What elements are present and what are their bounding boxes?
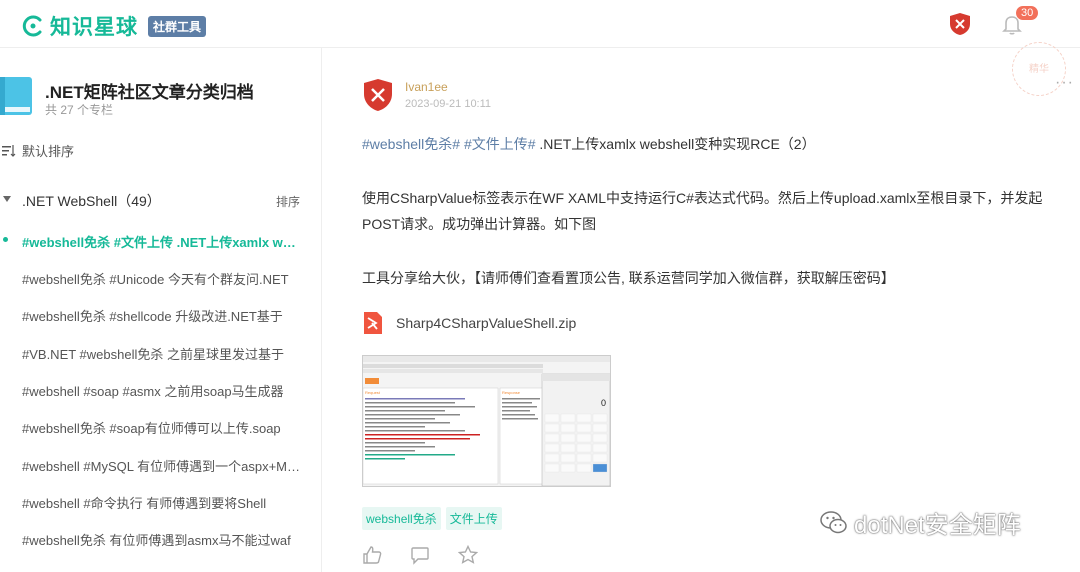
attachment-file[interactable]: Sharp4CSharpValueShell.zip [362,312,576,334]
column-count: 共 27 个专栏 [45,103,114,117]
like-icon[interactable] [362,545,382,565]
hashtag-webshell[interactable]: #webshell免杀# [362,136,460,152]
default-sort-button[interactable]: 默认排序 [2,141,74,160]
user-shield-icon[interactable] [949,12,971,36]
default-sort-label: 默认排序 [22,144,75,159]
comment-icon[interactable] [410,545,430,565]
column-sidebar: .NET矩阵社区文章分类归档 共 27 个专栏 默认排序 .NET WebShe… [0,48,322,572]
author-name[interactable]: Ivan1ee [405,80,448,94]
article-item[interactable]: #webshell #命令执行 有师傅遇到要将Shell [22,493,302,512]
tag-chip[interactable]: webshell免杀 [362,507,441,530]
column-title: .NET矩阵社区文章分类归档 [45,83,254,102]
svg-text:Request: Request [365,390,381,395]
post-time: 2023-09-21 10:11 [405,98,492,110]
article-item[interactable]: #webshell #MySQL 有位师傅遇到一个aspx+MySQL [22,456,302,475]
attachment-name: Sharp4CSharpValueShell.zip [396,315,577,331]
post-tags: webshell免杀 文件上传 [362,507,507,530]
category-label: .NET WebShell（49） [22,193,161,209]
post-paragraph-2: 工具分享给大伙，【请师傅们查看置顶公告, 联系运营同学加入微信群，获取解压密码】 [362,270,895,286]
post-title: .NET上传xamlx webshell变种实现RCE（2） [539,136,816,152]
post-actions [362,545,506,565]
pdf-file-icon [364,312,382,334]
tag-chip[interactable]: 文件上传 [445,507,502,530]
category-webshell[interactable]: .NET WebShell（49） 排序 [0,191,310,211]
community-tools-badge[interactable]: 社群工具 [148,15,207,37]
post-headline: #webshell免杀# #文件上传# .NET上传xamlx webshell… [362,131,1062,157]
article-item[interactable]: #webshell免杀 #Unicode 今天有个群友问.NET [22,269,302,288]
wechat-icon [820,510,847,533]
article-item[interactable]: #VB.NET #webshell免杀 之前星球里发过基于 [22,344,302,363]
featured-stamp: 精华 [1012,42,1066,96]
logo-text: 知识星球 [50,16,138,39]
post-paragraph-1: 使用CSharpValue标签表示在WF XAML中支持运行C#表达式代码。然后… [362,190,1043,232]
article-item[interactable]: #webshell免杀 有位师傅遇到asmx马不能过waf [22,530,302,549]
svg-text:0: 0 [601,398,606,408]
article-item[interactable]: #webshell免杀 #soap有位师傅可以上传.soap [22,418,302,437]
sort-lines-icon [2,144,16,157]
category-sort-button[interactable]: 排序 [276,193,300,210]
active-dot-icon [3,237,8,242]
article-item[interactable]: #webshell免杀 #shellcode 升级改进.NET基于 [22,306,302,325]
article-item[interactable]: #webshell免杀 #文件上传 .NET上传xamlx webshell变种… [22,232,302,251]
star-icon[interactable] [458,545,478,565]
logo-icon [22,15,42,37]
top-header: 知识星球 社群工具 30 [0,0,1080,48]
article-item[interactable]: #webshell #soap #asmx 之前用soap马生成器 [22,381,302,400]
post-image[interactable]: Request Response 0 [362,355,611,487]
column-book-icon [0,77,32,115]
author-avatar[interactable] [362,78,394,112]
wechat-watermark: dotNet安全矩阵 [820,505,1021,540]
caret-down-icon [3,196,11,202]
burp-calculator-screenshot: Request Response 0 [363,356,610,486]
watermark-text: dotNet安全矩阵 [854,512,1021,539]
svg-text:Response: Response [502,390,521,395]
hashtag-upload[interactable]: #文件上传# [464,136,536,152]
notification-count-badge: 30 [1015,5,1040,21]
logo[interactable]: 知识星球 社群工具 [22,11,207,41]
